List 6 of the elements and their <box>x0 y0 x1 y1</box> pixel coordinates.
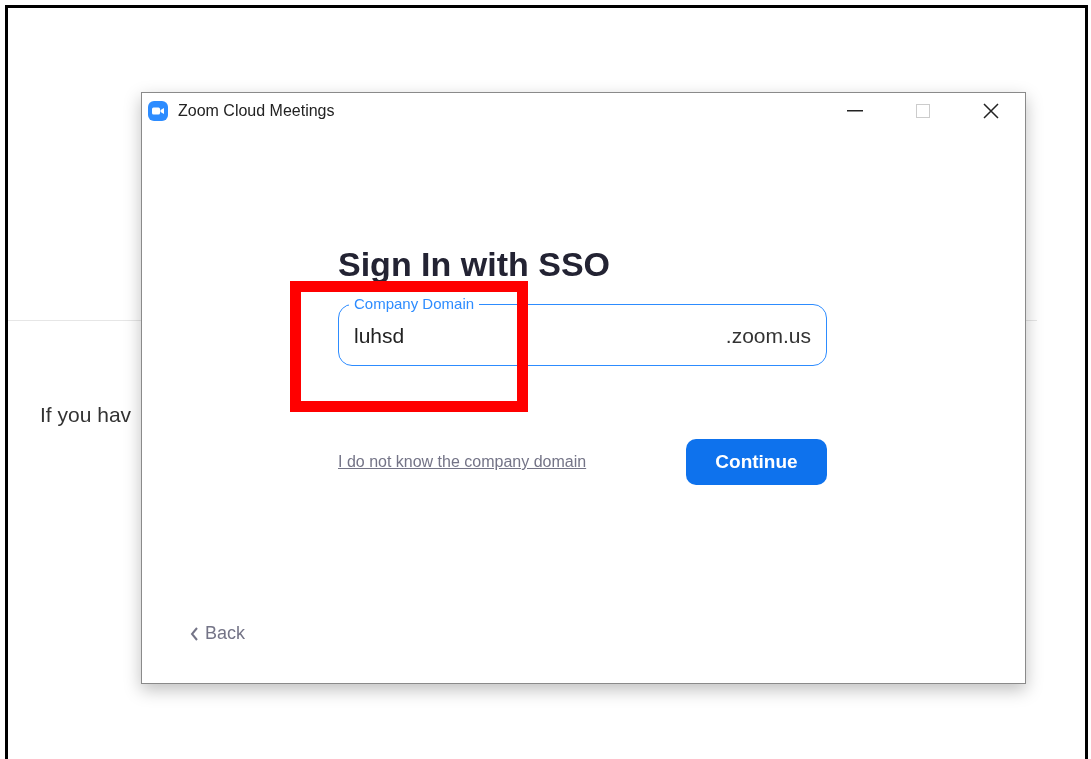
page-text: If you hav <box>40 403 132 426</box>
window-title: Zoom Cloud Meetings <box>178 101 335 121</box>
domain-value: luhsd <box>354 323 405 350</box>
domain-suffix: .zoom.us <box>725 323 811 350</box>
field-label: Company Domain <box>349 295 480 313</box>
sign-in-heading: Sign In with SSO <box>338 244 611 284</box>
